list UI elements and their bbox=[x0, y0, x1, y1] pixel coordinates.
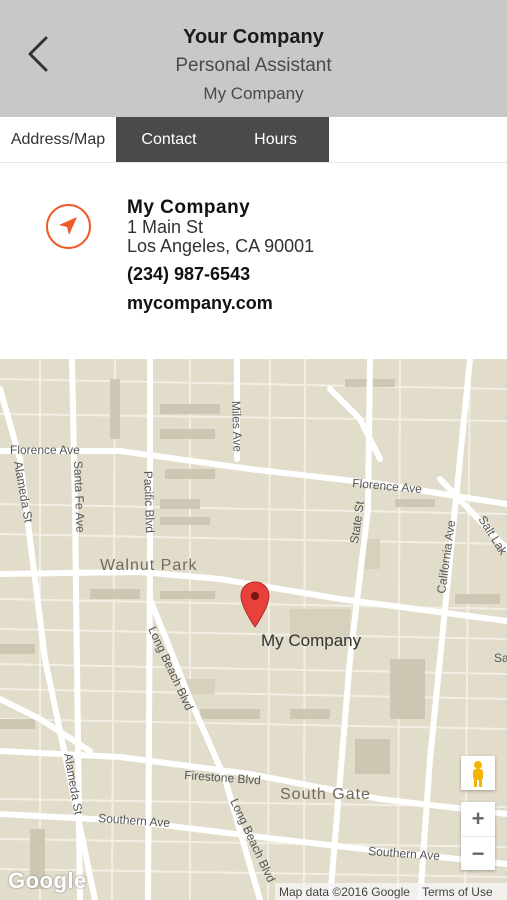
page-subtitle-company: My Company bbox=[203, 84, 304, 103]
street-view-pegman-icon[interactable] bbox=[461, 756, 495, 790]
company-name: My Company bbox=[127, 197, 251, 218]
street-label-sa: Sa bbox=[494, 651, 507, 665]
map-view[interactable]: Florence Ave Florence Ave Alameda St Ala… bbox=[0, 359, 507, 900]
tab-address-map[interactable]: Address/Map bbox=[0, 117, 116, 162]
street-label-santa-fe-ave: Santa Fe Ave bbox=[71, 461, 88, 534]
area-label-south-gate: South Gate bbox=[280, 786, 371, 803]
area-label-walnut-park: Walnut Park bbox=[100, 557, 198, 574]
tab-bar: Address/Map Contact Hours bbox=[0, 117, 507, 163]
map-canvas[interactable]: Florence Ave Florence Ave Alameda St Ala… bbox=[0, 359, 507, 900]
map-attribution: Map data ©2016 Google Terms of Use bbox=[275, 883, 507, 900]
map-pin-label: My Company bbox=[261, 631, 362, 650]
header-bar: Your Company Personal Assistant My Compa… bbox=[0, 0, 507, 117]
zoom-in-button[interactable]: + bbox=[461, 802, 495, 836]
street-label-florence-ave-w: Florence Ave bbox=[10, 443, 80, 457]
tab-hours[interactable]: Hours bbox=[222, 117, 329, 162]
zoom-control: + − bbox=[461, 802, 495, 870]
business-card: My Company 1 Main St Los Angeles, CA 900… bbox=[0, 163, 507, 359]
map-data-credit: Map data ©2016 Google bbox=[279, 885, 410, 899]
website-link[interactable]: mycompany.com bbox=[127, 293, 273, 314]
page-title: Your Company bbox=[183, 26, 324, 48]
terms-of-use-link[interactable]: Terms of Use bbox=[422, 885, 493, 899]
navigation-arrow-icon[interactable] bbox=[45, 203, 92, 250]
map-pin-icon[interactable] bbox=[240, 581, 270, 629]
address-line-2: Los Angeles, CA 90001 bbox=[127, 236, 315, 256]
google-logo: Google bbox=[8, 868, 87, 893]
street-label-pacific-blvd: Pacific Blvd bbox=[141, 471, 157, 533]
tab-contact[interactable]: Contact bbox=[116, 117, 222, 162]
phone-number[interactable]: (234) 987-6543 bbox=[127, 264, 250, 285]
address-line-1: 1 Main St bbox=[127, 217, 204, 237]
zoom-out-button[interactable]: − bbox=[461, 836, 495, 870]
street-label-miles-ave: Miles Ave bbox=[229, 401, 245, 453]
page-subtitle: Personal Assistant bbox=[175, 55, 332, 76]
